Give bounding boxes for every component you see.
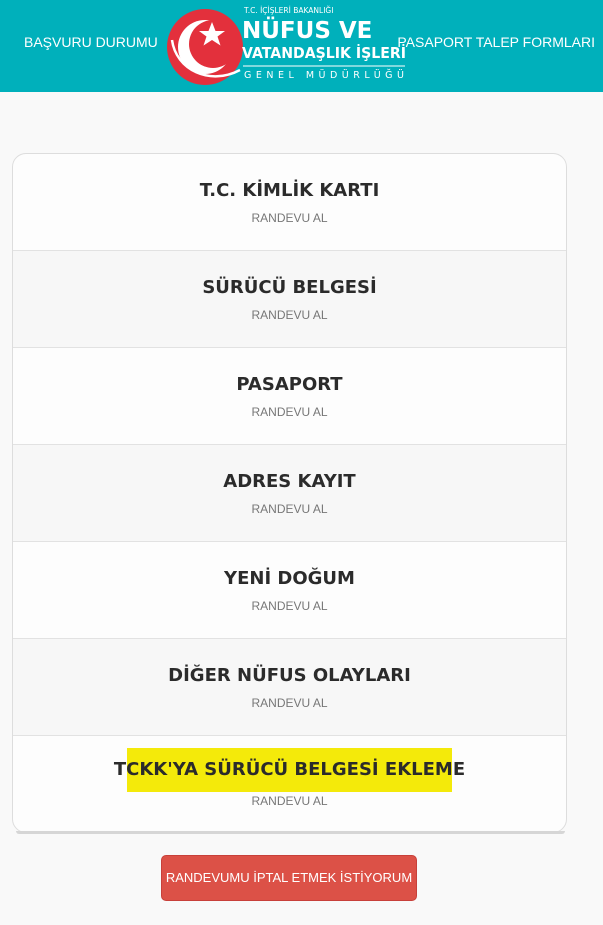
service-item-kimlik-karti[interactable]: T.C. KİMLİK KARTI RANDEVU AL	[13, 154, 566, 251]
service-item-diger-nufus-olaylari[interactable]: DİĞER NÜFUS OLAYLARI RANDEVU AL	[13, 639, 566, 736]
service-title: ADRES KAYIT	[223, 471, 356, 492]
list-shadow	[16, 831, 565, 834]
service-title: TCKK'YA SÜRÜCÜ BELGESİ EKLEME	[113, 759, 466, 780]
service-title: PASAPORT	[236, 374, 343, 395]
service-item-tckk-surucu-belgesi-ekleme[interactable]: TCKK'YA SÜRÜCÜ BELGESİ EKLEME RANDEVU AL	[13, 736, 566, 832]
service-list: T.C. KİMLİK KARTI RANDEVU AL SÜRÜCÜ BELG…	[12, 153, 567, 833]
nvi-logo[interactable]: T.C. İÇİŞLERİ BAKANLIĞI NÜFUS VE VATANDA…	[160, 0, 412, 92]
application-status-link[interactable]: BAŞVURU DURUMU	[24, 34, 158, 50]
service-item-pasaport[interactable]: PASAPORT RANDEVU AL	[13, 348, 566, 445]
service-item-yeni-dogum[interactable]: YENİ DOĞUM RANDEVU AL	[13, 542, 566, 639]
service-title: DİĞER NÜFUS OLAYLARI	[168, 665, 411, 686]
crescent-star-icon	[167, 9, 243, 85]
book-appointment-label: RANDEVU AL	[251, 696, 328, 710]
top-bar: BAŞVURU DURUMU T.C. İÇİŞLERİ BAKANLIĞI N…	[0, 0, 603, 92]
logo-line1-text: NÜFUS VE	[242, 16, 372, 44]
book-appointment-label: RANDEVU AL	[251, 794, 328, 808]
book-appointment-label: RANDEVU AL	[251, 599, 328, 613]
service-title: YENİ DOĞUM	[224, 568, 355, 589]
logo-line2-text: VATANDAŞLIK İŞLERİ	[242, 43, 406, 62]
service-item-surucu-belgesi[interactable]: SÜRÜCÜ BELGESİ RANDEVU AL	[13, 251, 566, 348]
book-appointment-label: RANDEVU AL	[251, 502, 328, 516]
logo-line3-text: GENEL MÜDÜRLÜĞÜ	[244, 69, 404, 81]
service-item-adres-kayit[interactable]: ADRES KAYIT RANDEVU AL	[13, 445, 566, 542]
book-appointment-label: RANDEVU AL	[251, 405, 328, 419]
service-title: T.C. KİMLİK KARTI	[199, 180, 380, 201]
book-appointment-label: RANDEVU AL	[251, 211, 328, 225]
logo-ministry-text: T.C. İÇİŞLERİ BAKANLIĞI	[243, 6, 333, 15]
cancel-appointment-button[interactable]: RANDEVUMU İPTAL ETMEK İSTİYORUM	[161, 855, 417, 901]
service-title: SÜRÜCÜ BELGESİ	[202, 277, 377, 298]
book-appointment-label: RANDEVU AL	[251, 308, 328, 322]
passport-forms-link[interactable]: PASAPORT TALEP FORMLARI	[397, 34, 595, 50]
